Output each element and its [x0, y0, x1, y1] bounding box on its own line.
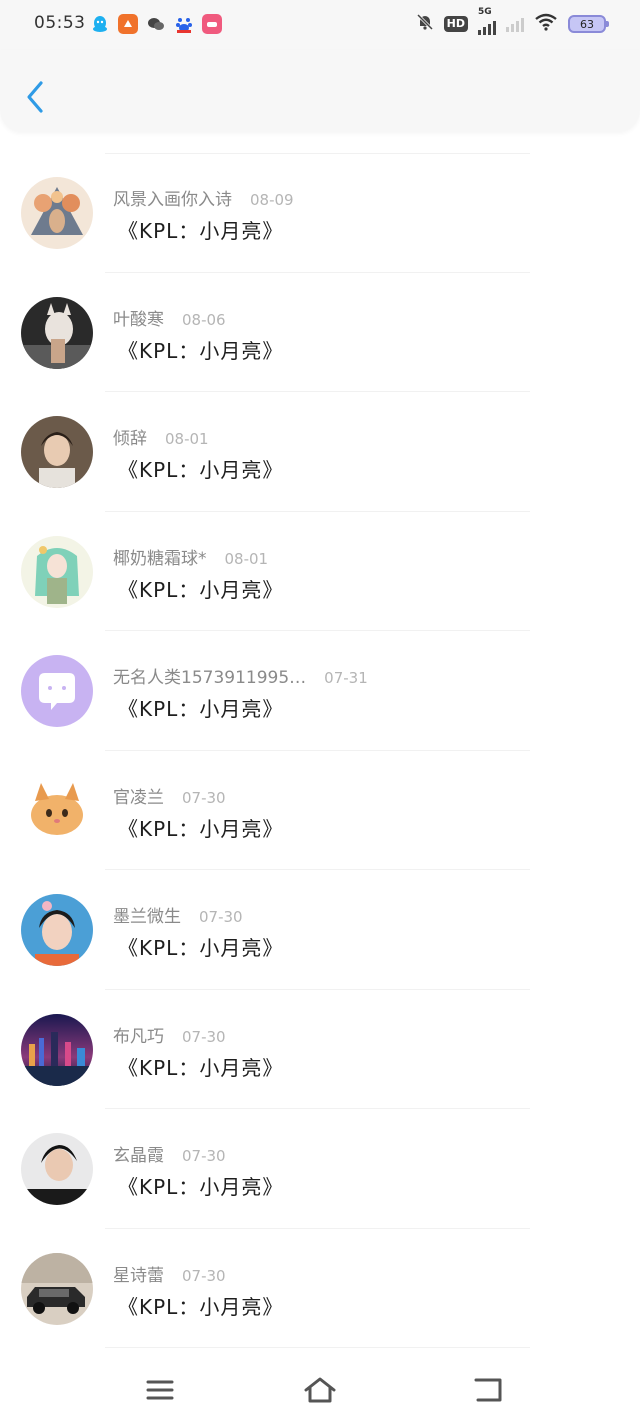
- header: [0, 50, 640, 132]
- signal-bars-weak-icon: [506, 16, 524, 32]
- home-button[interactable]: [300, 1370, 340, 1410]
- signal-bars-icon: [478, 19, 496, 35]
- weibo-icon: [202, 14, 222, 34]
- baidu-icon: [174, 14, 194, 34]
- comment-text: 《KPL：小月亮》: [118, 816, 284, 841]
- comment-meta: 玄晶霞 07-30: [113, 1141, 226, 1166]
- system-back-button[interactable]: [468, 1370, 508, 1410]
- list-item[interactable]: 倾辞 08-01 《KPL：小月亮》: [0, 392, 640, 512]
- comment-text: 《KPL：小月亮》: [118, 1294, 284, 1319]
- username[interactable]: 墨兰微生: [113, 902, 181, 927]
- list-item[interactable]: 布凡巧 07-30 《KPL：小月亮》: [0, 990, 640, 1109]
- hd-badge: HD: [443, 16, 468, 32]
- username[interactable]: 椰奶糖霜球*: [113, 544, 207, 569]
- comment-text: 《KPL：小月亮》: [118, 936, 284, 960]
- list-item[interactable]: 玄晶霞 07-30 《KPL：小月亮》: [0, 1109, 640, 1229]
- comment-meta: 无名人类1573911995… 07-31: [113, 663, 368, 688]
- wechat-icon: [146, 14, 166, 34]
- system-icons: HD 5G 63: [416, 7, 609, 35]
- username[interactable]: 风景入画你入诗: [113, 185, 232, 210]
- comment-meta: 星诗蕾 07-30: [113, 1261, 226, 1286]
- avatar[interactable]: [21, 535, 93, 608]
- list-item[interactable]: 星诗蕾 07-30 《KPL：小月亮》: [0, 1229, 640, 1348]
- comment-date: 07-31: [324, 669, 368, 687]
- signal-5g: 5G: [478, 7, 496, 35]
- comment-text: 《KPL：小月亮》: [118, 219, 284, 243]
- avatar[interactable]: [21, 296, 93, 369]
- comment-meta: 官凌兰 07-30: [113, 783, 226, 808]
- comment-date: 07-30: [199, 908, 243, 926]
- username[interactable]: 星诗蕾: [113, 1261, 164, 1286]
- wifi-icon: [534, 13, 558, 35]
- comment-text: 《KPL：小月亮》: [118, 577, 284, 602]
- taobao-icon: [118, 14, 138, 34]
- avatar[interactable]: [21, 177, 93, 249]
- comment-list: 风景入画你入诗 08-09 《KPL：小月亮》 叶酸寒 08-06 《KPL：小…: [0, 153, 640, 1348]
- username[interactable]: 官凌兰: [113, 783, 164, 808]
- username[interactable]: 叶酸寒: [113, 305, 164, 330]
- username[interactable]: 倾辞: [113, 424, 147, 449]
- notification-icons: [90, 14, 222, 34]
- network-label: 5G: [478, 7, 492, 17]
- battery-level: 63: [580, 17, 594, 31]
- comment-text: 《KPL：小月亮》: [118, 338, 284, 363]
- username[interactable]: 无名人类1573911995…: [113, 663, 306, 688]
- system-navigation-bar: [0, 1350, 640, 1427]
- comment-date: 07-30: [182, 1266, 226, 1285]
- avatar[interactable]: [21, 894, 93, 966]
- comment-date: 08-01: [165, 430, 209, 448]
- comment-date: 07-30: [182, 1147, 226, 1165]
- avatar[interactable]: [21, 1133, 93, 1205]
- comment-meta: 布凡巧 07-30: [113, 1022, 226, 1047]
- comment-date: 08-09: [250, 191, 294, 209]
- list-item[interactable]: 风景入画你入诗 08-09 《KPL：小月亮》: [0, 153, 640, 273]
- home-icon: [304, 1377, 336, 1403]
- comment-date: 07-30: [182, 1027, 226, 1046]
- status-bar: 05:53 HD 5G 63: [0, 0, 640, 50]
- list-item[interactable]: 椰奶糖霜球* 08-01 《KPL：小月亮》: [0, 512, 640, 631]
- comment-meta: 风景入画你入诗 08-09: [113, 185, 294, 210]
- comment-meta: 椰奶糖霜球* 08-01: [113, 544, 268, 569]
- avatar[interactable]: [21, 655, 93, 727]
- comment-meta: 倾辞 08-01: [113, 424, 209, 449]
- status-time: 05:53: [34, 13, 86, 33]
- username[interactable]: 布凡巧: [113, 1022, 164, 1047]
- avatar[interactable]: [21, 774, 93, 847]
- list-item[interactable]: 无名人类1573911995… 07-31 《KPL：小月亮》: [0, 631, 640, 751]
- qq-icon: [90, 14, 110, 34]
- comment-text: 《KPL：小月亮》: [118, 1055, 284, 1080]
- comment-text: 《KPL：小月亮》: [118, 1175, 284, 1199]
- avatar[interactable]: [21, 1252, 93, 1325]
- comment-date: 08-06: [182, 310, 226, 329]
- list-item[interactable]: 官凌兰 07-30 《KPL：小月亮》: [0, 751, 640, 870]
- menu-button[interactable]: [140, 1370, 180, 1410]
- divider: [105, 1347, 530, 1348]
- battery-icon: 63: [568, 15, 609, 33]
- list-item[interactable]: 叶酸寒 08-06 《KPL：小月亮》: [0, 273, 640, 392]
- list-item[interactable]: 墨兰微生 07-30 《KPL：小月亮》: [0, 870, 640, 990]
- comment-text: 《KPL：小月亮》: [118, 697, 284, 721]
- chevron-left-icon: [27, 81, 43, 113]
- comment-meta: 叶酸寒 08-06: [113, 305, 226, 330]
- avatar[interactable]: [21, 416, 93, 488]
- back-icon: [474, 1378, 502, 1402]
- comment-text: 《KPL：小月亮》: [118, 458, 284, 482]
- username[interactable]: 玄晶霞: [113, 1141, 164, 1166]
- menu-icon: [146, 1380, 174, 1400]
- comment-date: 08-01: [224, 549, 269, 568]
- comment-meta: 墨兰微生 07-30: [113, 902, 243, 927]
- avatar[interactable]: [21, 1013, 93, 1086]
- comment-date: 07-30: [182, 788, 226, 807]
- mute-bell-icon: [416, 13, 434, 35]
- back-button[interactable]: [18, 78, 52, 116]
